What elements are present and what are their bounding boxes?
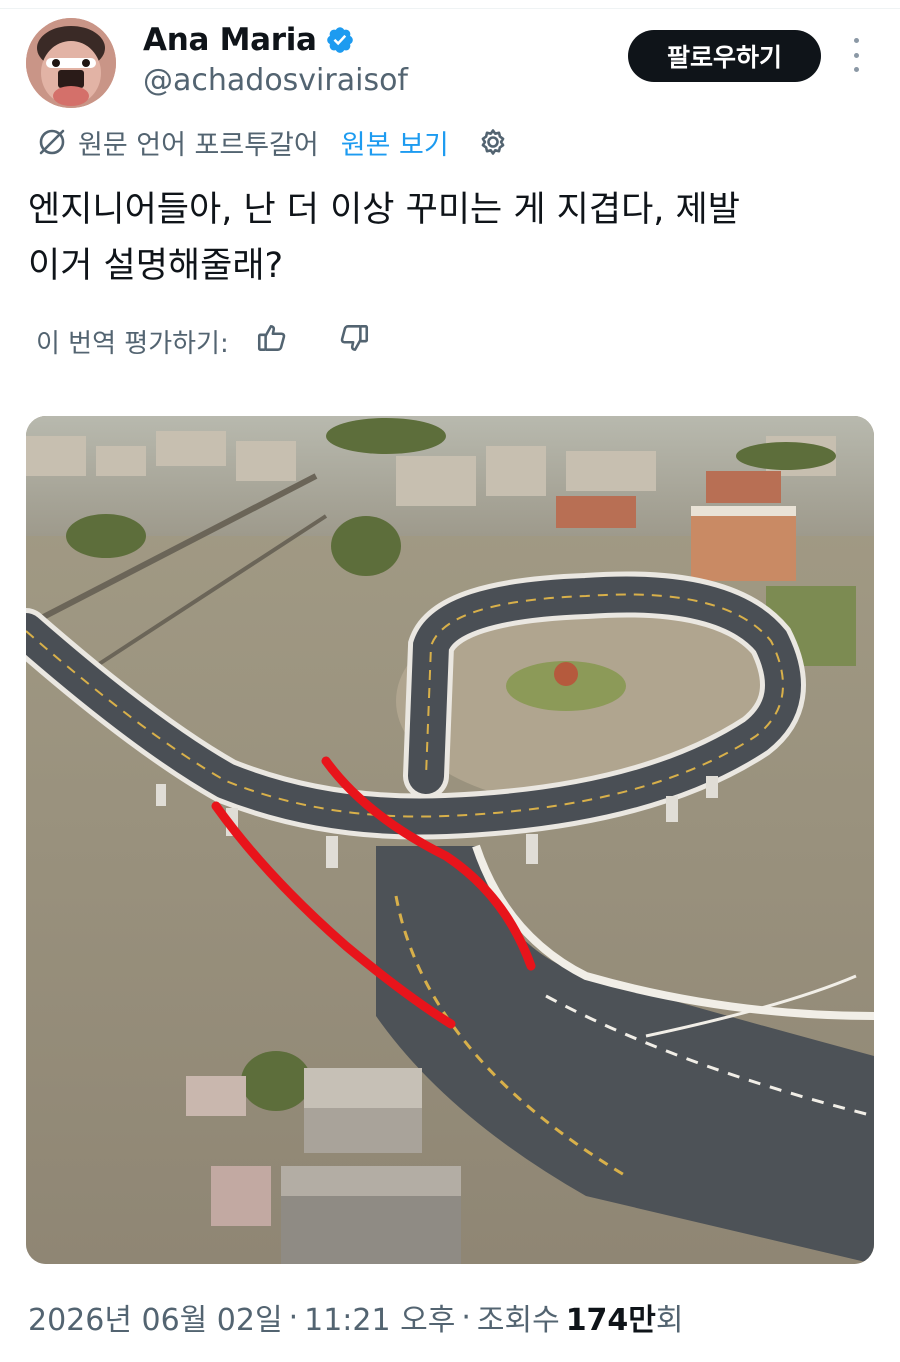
thumbs-down-icon[interactable] [337,321,371,362]
translation-source-label: 원문 언어 포르투갈어 [78,129,319,161]
translation-bar: 원문 언어 포르투갈어 원본 보기 [36,122,509,162]
more-dots-vertical-icon[interactable] [846,38,866,72]
avatar[interactable] [26,18,116,108]
translate-slash-icon [36,126,68,158]
tweet-photo[interactable] [26,416,874,1264]
tweet-time[interactable]: 11:21 오후 [304,1295,455,1339]
tweet-text-line: 엔지니어들아, 난 더 이상 꾸미는 게 지겹다, 제발 [28,190,740,230]
views-suffix: 회 [655,1303,684,1338]
tweet-metadata: 2026년 06월 02일 · 11:21 오후 · 조회수 174만회 [28,1295,684,1339]
flyover-aerial-photo [26,416,874,1264]
verified-badge-icon[interactable] [325,25,355,55]
tweet-date[interactable]: 2026년 06월 02일 [28,1295,283,1339]
author-display-name[interactable]: Ana Maria [143,22,317,58]
author-handle[interactable]: @achadosviraisof [143,63,408,98]
separator: · [288,1299,299,1335]
author-name-row[interactable]: Ana Maria [143,20,355,60]
rate-translation-row: 이 번역 평가하기: [36,320,371,362]
views-count-value: 174만 [565,1303,656,1338]
top-divider [0,8,900,9]
show-original-link[interactable]: 원본 보기 [341,123,449,162]
views-count: 174만회 [566,1295,684,1339]
avatar-image [26,18,116,108]
tweet-text-line: 이거 설명해줄래? [28,246,284,286]
follow-button[interactable]: 팔로우하기 [628,30,821,82]
tweet-text: 엔지니어들아, 난 더 이상 꾸미는 게 지겹다, 제발 이거 설명해줄래? [28,182,868,294]
thumbs-up-icon[interactable] [255,321,289,362]
gear-icon[interactable] [477,126,509,158]
separator: · [461,1299,471,1335]
views-label: 조회수 [476,1303,560,1338]
rate-translation-label: 이 번역 평가하기: [36,328,229,359]
